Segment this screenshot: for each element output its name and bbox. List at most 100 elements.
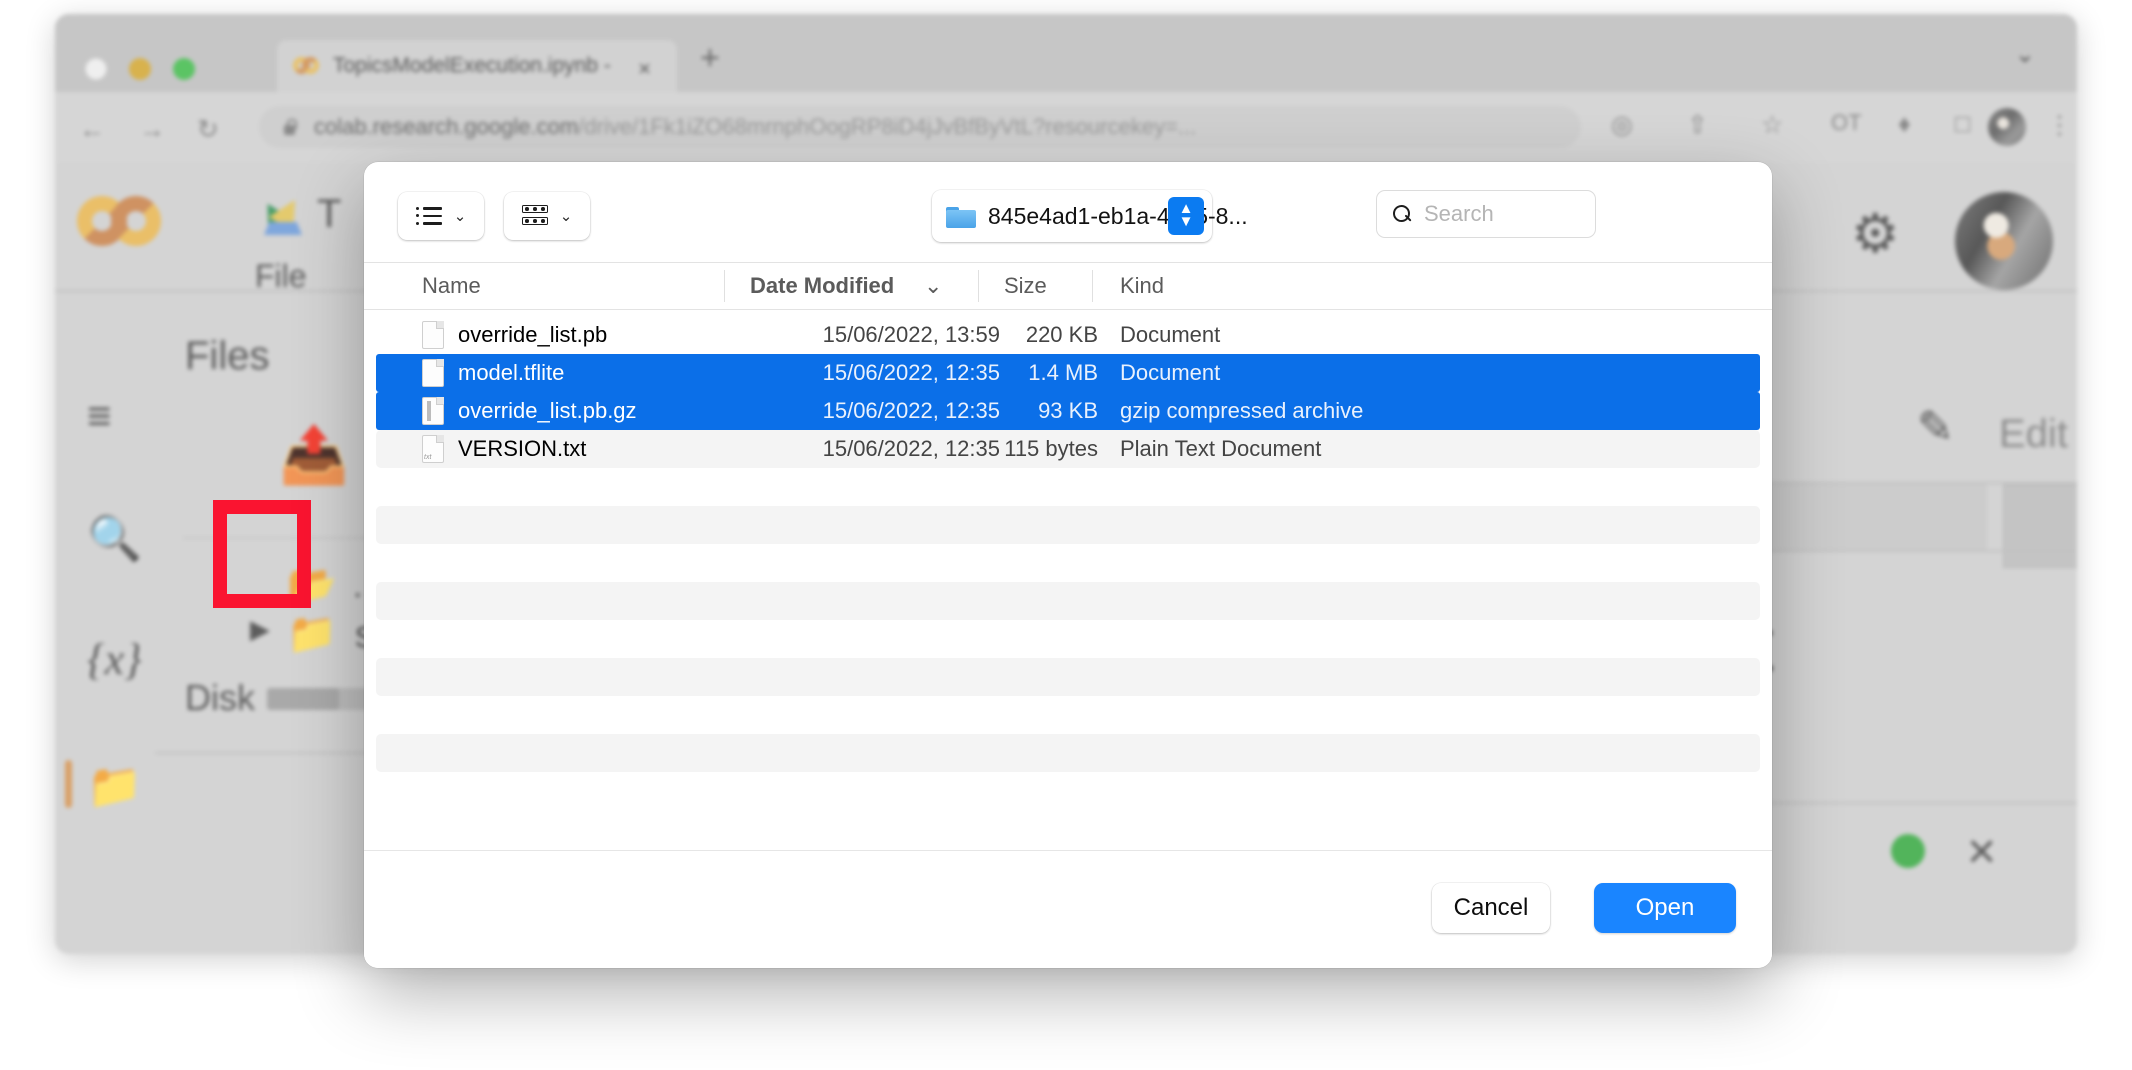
icon-view-icon xyxy=(521,205,548,227)
bookmark-star-icon[interactable]: ☆ xyxy=(1761,110,1783,140)
upload-file-button[interactable]: 📤 xyxy=(265,412,349,492)
file-size: 220 KB xyxy=(1025,322,1098,347)
table-row[interactable]: override_list.pb 15/06/2022, 13:59 220 K… xyxy=(376,316,1760,354)
tab-title: TopicsModelExecution.ipynb - xyxy=(333,54,611,77)
search-field[interactable]: Search xyxy=(1376,190,1596,238)
window-maximize-button[interactable] xyxy=(173,58,195,80)
url-host: colab.research.google.com xyxy=(314,114,579,139)
file-date: 15/06/2022, 12:35 xyxy=(822,398,1000,423)
file-size: 115 bytes xyxy=(1004,436,1098,461)
column-header-name[interactable]: Name xyxy=(422,263,481,309)
file-icon xyxy=(422,321,444,349)
chevron-down-icon: ⌄ xyxy=(453,208,467,225)
column-header-date-modified[interactable]: Date Modified xyxy=(750,263,894,309)
icon-view-button[interactable]: ⌄ xyxy=(504,192,590,240)
notebook-title[interactable]: T xyxy=(317,192,341,237)
profile-avatar[interactable] xyxy=(1988,108,2026,146)
dialog-footer: Cancel Open xyxy=(364,850,1772,968)
text-file-icon: txt xyxy=(422,435,444,463)
file-name-cell: txt VERSION.txt xyxy=(422,435,586,463)
lock-icon xyxy=(283,118,297,136)
table-row[interactable]: override_list.pb.gz 15/06/2022, 12:35 93… xyxy=(376,392,1760,430)
browser-tab[interactable]: TopicsModelExecution.ipynb - × xyxy=(277,40,677,92)
open-button[interactable]: Open xyxy=(1594,883,1736,933)
browser-tab-strip: TopicsModelExecution.ipynb - × + ⌄ xyxy=(55,14,2077,92)
file-name: override_list.pb.gz xyxy=(458,398,637,423)
chevron-down-icon[interactable]: ⌄ xyxy=(2015,40,2035,69)
share-icon[interactable]: ⇧ xyxy=(1687,110,1708,140)
address-bar[interactable]: colab.research.google.com/drive/1Fk1iZO6… xyxy=(259,106,1581,148)
connected-status-dot xyxy=(1891,834,1925,868)
file-kind: Plain Text Document xyxy=(1120,436,1322,461)
files-panel-title: Files xyxy=(185,334,270,378)
tab-close-icon[interactable]: × xyxy=(638,56,651,82)
file-date: 15/06/2022, 13:59 xyxy=(822,322,1000,347)
folder-icon xyxy=(946,204,976,228)
variables-icon[interactable]: {x} xyxy=(87,634,142,685)
empty-row xyxy=(376,506,1760,544)
file-kind: gzip compressed archive xyxy=(1120,398,1364,423)
account-avatar[interactable] xyxy=(1955,192,2053,290)
colab-favicon xyxy=(293,56,319,76)
upload-button-highlight xyxy=(213,500,311,608)
ot-profile-label[interactable]: OT xyxy=(1831,110,1862,136)
extensions-puzzle-icon[interactable]: ♦ xyxy=(1898,110,1911,139)
cancel-button[interactable]: Cancel xyxy=(1432,883,1550,933)
cell-side-button[interactable] xyxy=(2003,484,2077,568)
gear-icon[interactable]: ⚙ xyxy=(1851,202,1899,265)
url-path: /drive/1Fk1iZO68mrnphOogRP8iD4jJvBfByVtL… xyxy=(578,114,1197,139)
table-row[interactable]: txt VERSION.txt 15/06/2022, 12:35 115 by… xyxy=(376,430,1760,468)
dialog-toolbar: ⌄ ⌄ 845e4ad1-eb1a-46d5-8... ▲ ▼ Search xyxy=(364,162,1772,262)
window-traffic-lights[interactable] xyxy=(85,58,195,80)
rail-active-indicator xyxy=(65,760,72,808)
reload-button[interactable]: ↻ xyxy=(197,114,219,145)
zip-file-icon xyxy=(422,397,444,425)
column-divider xyxy=(1092,270,1093,302)
colab-icon-rail: ≡ 🔍 {x} 📁 xyxy=(65,312,157,954)
chevron-right-icon[interactable]: ▶ xyxy=(250,614,270,645)
file-name: VERSION.txt xyxy=(458,436,587,461)
list-view-button[interactable]: ⌄ xyxy=(398,192,484,240)
search-placeholder: Search xyxy=(1424,201,1494,226)
disk-label: Disk xyxy=(185,677,255,718)
file-name: model.tflite xyxy=(458,360,565,385)
pencil-edit-icon[interactable]: ✎ xyxy=(1917,402,1954,453)
table-row[interactable]: model.tflite 15/06/2022, 12:35 1.4 MB Do… xyxy=(376,354,1760,392)
current-folder-label: 845e4ad1-eb1a-46d5-8... xyxy=(988,202,1248,229)
sidepanel-icon[interactable]: □ xyxy=(1955,110,1970,139)
toc-list-icon[interactable]: ≡ xyxy=(87,392,112,440)
file-size: 93 KB xyxy=(1038,398,1098,423)
file-open-dialog: ⌄ ⌄ 845e4ad1-eb1a-46d5-8... ▲ ▼ Search N… xyxy=(364,162,1772,968)
back-button[interactable]: ← xyxy=(79,114,105,145)
file-name-cell: model.tflite xyxy=(422,359,564,387)
close-icon[interactable]: × xyxy=(1967,822,1996,880)
path-stepper-icon[interactable]: ▲ ▼ xyxy=(1168,197,1204,235)
list-view-icon xyxy=(415,206,442,226)
more-menu-icon[interactable]: ⋮ xyxy=(2047,110,2072,140)
column-header-kind[interactable]: Kind xyxy=(1120,263,1164,309)
file-date: 15/06/2022, 12:35 xyxy=(822,436,1000,461)
file-name-cell: override_list.pb xyxy=(422,321,607,349)
window-minimize-button[interactable] xyxy=(129,58,151,80)
google-drive-icon xyxy=(255,192,308,236)
url-text: colab.research.google.com/drive/1Fk1iZO6… xyxy=(314,114,1196,140)
upload-file-icon: 📤 xyxy=(279,423,349,486)
files-folder-icon[interactable]: 📁 xyxy=(87,760,142,812)
file-kind: Document xyxy=(1120,360,1221,385)
empty-row xyxy=(376,582,1760,620)
empty-row xyxy=(376,734,1760,772)
path-popup-button[interactable]: 845e4ad1-eb1a-46d5-8... ▲ ▼ xyxy=(932,190,1248,242)
window-close-button[interactable] xyxy=(85,58,107,80)
search-icon[interactable]: 🔍 xyxy=(87,512,142,564)
forward-button[interactable]: → xyxy=(139,114,165,145)
column-header-size[interactable]: Size xyxy=(1004,263,1047,309)
empty-row xyxy=(376,658,1760,696)
search-icon xyxy=(1393,204,1412,224)
zoom-icon[interactable]: ◎ xyxy=(1611,110,1633,140)
file-kind: Document xyxy=(1120,322,1221,347)
new-tab-button[interactable]: + xyxy=(700,39,720,78)
browser-toolbar: ← → ↻ colab.research.google.com/drive/1F… xyxy=(55,92,2077,162)
sample-folder-icon[interactable]: 📁 xyxy=(287,610,337,657)
column-divider xyxy=(978,270,979,302)
edit-label[interactable]: Edit xyxy=(1999,412,2068,457)
